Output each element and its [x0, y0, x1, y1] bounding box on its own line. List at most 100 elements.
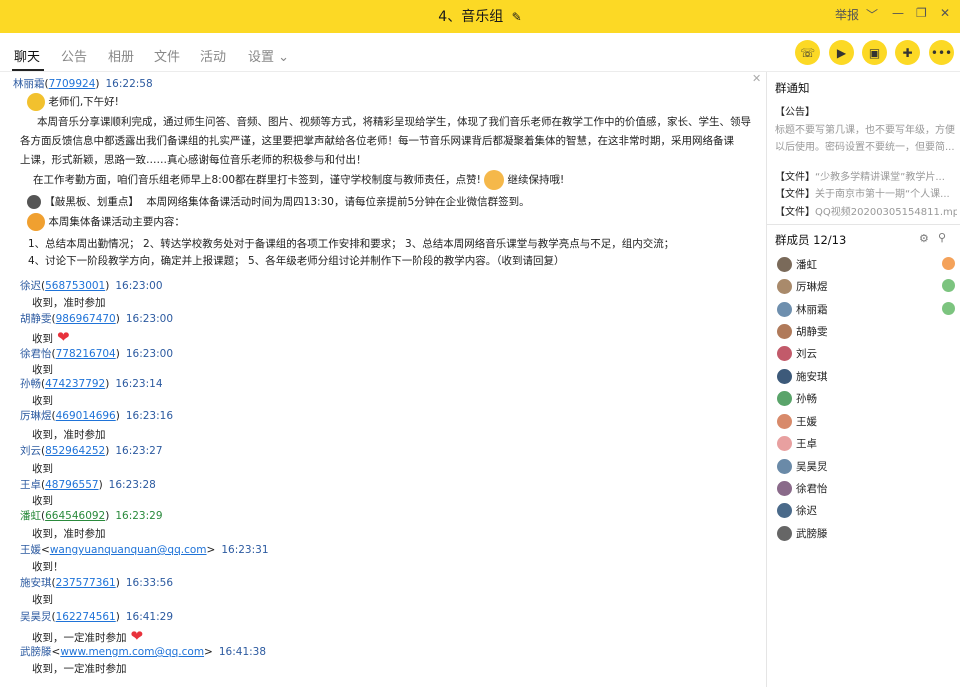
member-item[interactable]: 厉琳煜: [777, 278, 955, 296]
sender-id[interactable]: 48796557: [45, 479, 98, 491]
message-header: 孙畅(474237792) 16:23:14: [20, 378, 163, 390]
member-item[interactable]: 孙畅: [777, 390, 955, 408]
sender-name[interactable]: 吴昊炅: [20, 611, 52, 623]
tab-files[interactable]: 文件: [154, 46, 180, 65]
tab-album[interactable]: 相册: [108, 46, 134, 65]
sender-name[interactable]: 王媛: [20, 544, 41, 556]
member-name: 刘云: [796, 348, 817, 360]
sender-name[interactable]: 林丽霜: [13, 78, 45, 90]
minimize-icon[interactable]: —: [892, 6, 904, 20]
add-message-button[interactable]: ✚: [895, 40, 920, 65]
sender-id[interactable]: 162274561: [56, 611, 116, 623]
more-dots-icon: •••: [930, 45, 953, 60]
member-item[interactable]: 徐迟: [777, 502, 955, 520]
announcement-line: 本周集体备课活动主要内容：: [27, 213, 185, 232]
settings-caret-icon: ⌄: [278, 50, 290, 65]
chat-area[interactable]: 林丽霜(7709924) 16:22:58 老师们,下午好! 本周音乐分享课顺利完…: [0, 72, 766, 687]
avatar: [777, 324, 792, 339]
file-item[interactable]: 【文件】关于南京市第十一期“个人课...: [775, 185, 957, 200]
sender-name[interactable]: 厉琳煜: [20, 410, 52, 422]
dismiss-icon[interactable]: ✕: [752, 72, 761, 85]
announcement-tag: 【公告】: [775, 107, 815, 118]
avatar: [777, 391, 792, 406]
member-item[interactable]: 武膀滕: [777, 525, 955, 543]
message-time: 16:23:28: [108, 479, 156, 491]
sender-name[interactable]: 胡静雯: [20, 313, 52, 325]
sender-id[interactable]: 852964252: [45, 445, 105, 457]
sender-id[interactable]: 474237792: [45, 378, 105, 390]
member-item[interactable]: 施安琪: [777, 368, 955, 386]
sender-id[interactable]: 986967470: [56, 313, 116, 325]
sender-name[interactable]: 徐君怡: [20, 348, 52, 360]
sender-id[interactable]: 469014696: [56, 410, 116, 422]
sender-name[interactable]: 王卓: [20, 479, 41, 491]
classroom-button[interactable]: ▣: [862, 40, 887, 65]
phone-icon: ☏: [799, 45, 815, 60]
avatar: [777, 369, 792, 384]
message-header: 武膀滕<www.mengm.com@qq.com> 16:41:38: [20, 646, 267, 658]
tab-announcements[interactable]: 公告: [61, 46, 87, 65]
member-item[interactable]: 刘云: [777, 345, 955, 363]
sender-name[interactable]: 潘虹: [20, 510, 41, 522]
collapse-chevron-icon[interactable]: ﹀: [866, 6, 878, 23]
member-name: 孙畅: [796, 393, 817, 405]
member-name: 王媛: [796, 416, 817, 428]
group-title[interactable]: 4、音乐组 ✎: [0, 6, 960, 26]
member-item[interactable]: 林丽霜: [777, 301, 955, 319]
message-header: 施安琪(237577361) 16:33:56: [20, 577, 174, 589]
file-item[interactable]: 【文件】“少教多学精讲课堂”教学片...: [775, 168, 957, 183]
announcement-line: 本周音乐分享课顺利完成，通过师生问答、音频、图片、视频等方式，将精彩呈现给学生，…: [37, 116, 751, 128]
sender-id[interactable]: 237577361: [56, 577, 116, 589]
announcement-greeting: 老师们,下午好!: [27, 93, 119, 112]
message-time: 16:23:27: [115, 445, 163, 457]
search-icon[interactable]: ⚲: [938, 231, 946, 244]
classroom-icon: ▣: [868, 45, 881, 60]
member-item[interactable]: 胡静雯: [777, 323, 955, 341]
member-item[interactable]: 王媛: [777, 413, 955, 431]
voice-call-button[interactable]: ☏: [795, 40, 820, 65]
restore-icon[interactable]: ❐: [916, 6, 927, 20]
message-header: 王媛<wangyuanquanquan@qq.com> 16:23:31: [20, 544, 269, 556]
tab-settings[interactable]: 设置 ⌄: [248, 46, 289, 65]
notice-title: 群通知: [775, 81, 810, 95]
sender-name[interactable]: 孙畅: [20, 378, 41, 390]
announcement-line: 4、讨论下一阶段教学方向，确定并上报课题； 5、各年级老师分组讨论并制作下一阶段…: [28, 255, 565, 267]
sender-name[interactable]: 徐迟: [20, 280, 41, 292]
member-item[interactable]: 王卓: [777, 435, 955, 453]
member-name: 王卓: [796, 438, 817, 450]
report-link[interactable]: 举报: [835, 6, 859, 23]
message-text: 收到: [32, 395, 53, 407]
more-button[interactable]: •••: [929, 40, 954, 65]
sender-name[interactable]: 施安琪: [20, 577, 52, 589]
message-text: 收到，一定准时参加: [32, 663, 127, 675]
sender-name[interactable]: 刘云: [20, 445, 41, 457]
sender-email[interactable]: www.mengm.com@qq.com: [60, 646, 204, 658]
notice-announcement[interactable]: 【公告】: [775, 103, 957, 118]
member-settings-icon[interactable]: ⚙: [919, 232, 929, 245]
sender-id[interactable]: 664546092: [45, 510, 105, 522]
file-item[interactable]: 【文件】QQ视频20200305154811.mp4: [775, 203, 957, 218]
close-icon[interactable]: ✕: [940, 6, 950, 20]
sender-email[interactable]: wangyuanquanquan@qq.com: [50, 544, 207, 556]
sender-id[interactable]: 568753001: [45, 280, 105, 292]
member-name: 林丽霜: [796, 304, 828, 316]
announcement-line: 在工作考勤方面，咱们音乐组老师早上8:00都在群里打卡签到，谨守学校制度与教师责…: [33, 170, 564, 190]
member-name: 吴昊炅: [796, 461, 828, 473]
avatar: [777, 436, 792, 451]
tab-chat[interactable]: 聊天: [14, 46, 40, 65]
owner-badge-icon: [942, 257, 955, 270]
sender-id[interactable]: 7709924: [49, 78, 96, 90]
member-item[interactable]: 吴昊炅: [777, 458, 955, 476]
message-time: 16:23:00: [115, 280, 163, 292]
tab-activities[interactable]: 活动: [200, 46, 226, 65]
avatar: [777, 503, 792, 518]
message-content: 收到: [32, 333, 53, 345]
video-call-button[interactable]: ▶: [829, 40, 854, 65]
member-item[interactable]: 潘虹: [777, 256, 955, 274]
sender-name[interactable]: 武膀滕: [20, 646, 52, 658]
sender-id[interactable]: 778216704: [56, 348, 116, 360]
message-header: 林丽霜(7709924) 16:22:58: [13, 78, 153, 90]
file-tag: 【文件】: [775, 207, 815, 218]
edit-pencil-icon[interactable]: ✎: [512, 10, 522, 24]
member-item[interactable]: 徐君怡: [777, 480, 955, 498]
